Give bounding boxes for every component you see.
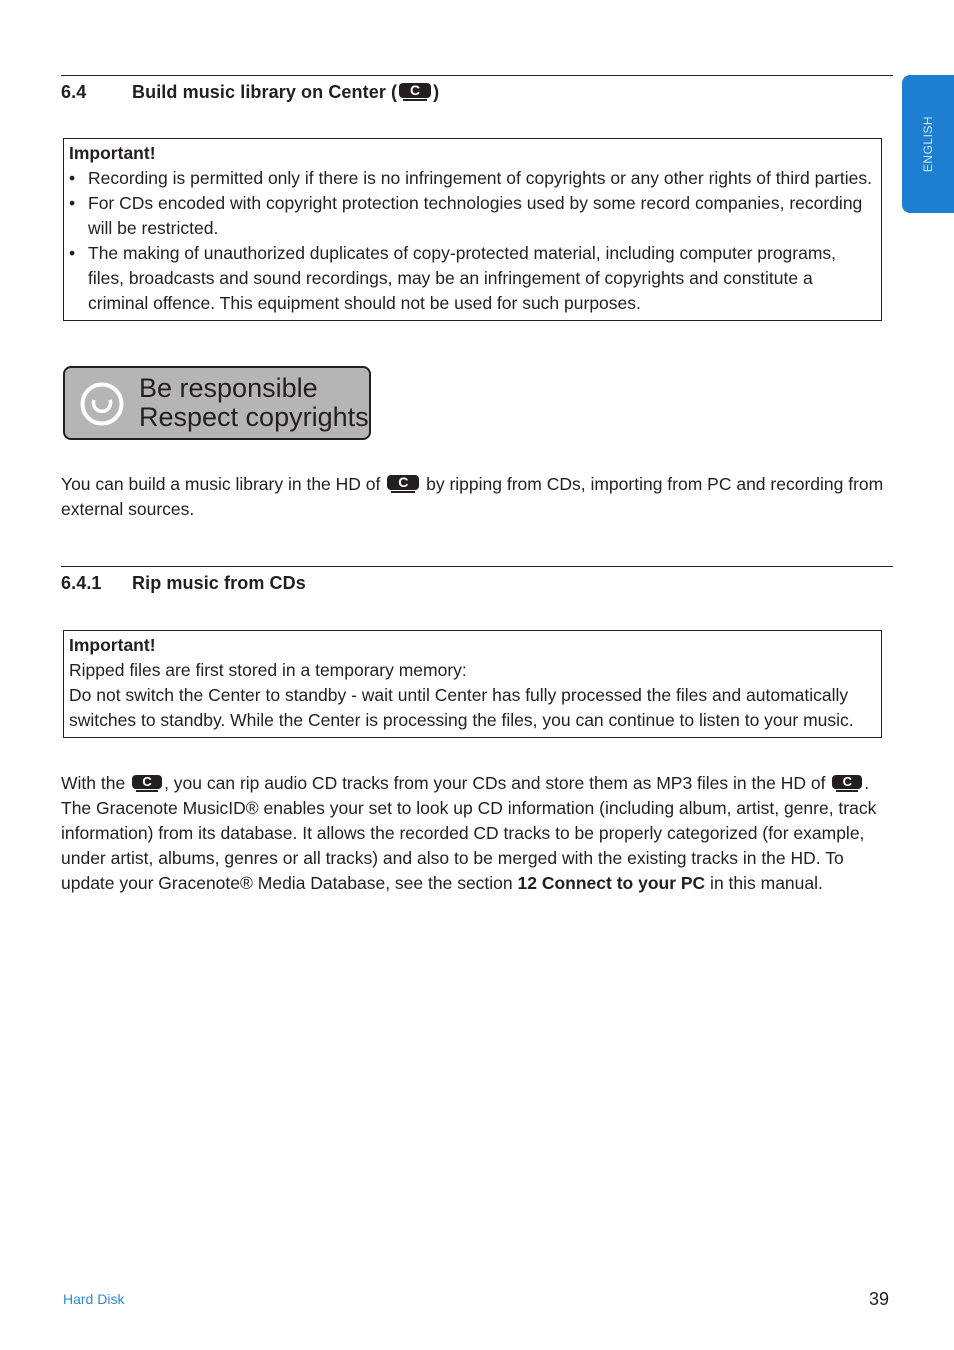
language-tab: ENGLISH (902, 75, 954, 213)
important-notice-copyright: Important! • Recording is permitted only … (63, 138, 882, 321)
section-title: Build music library on Center ( (132, 82, 398, 102)
section-heading-6-4: 6.4 Build music library on Center ( C ) (61, 82, 439, 103)
section-divider (61, 566, 893, 567)
section-title-close: ) (433, 82, 440, 102)
list-item: • Recording is permitted only if there is… (69, 166, 875, 191)
bullet-icon: • (69, 193, 76, 213)
badge-line-2: Respect copyrights (139, 402, 369, 432)
list-item: • The making of unauthorized duplicates o… (69, 243, 837, 313)
center-c-icon: C (832, 775, 863, 792)
section-number: 6.4.1 (61, 573, 102, 593)
important-text-line-1: Ripped files are first stored in a tempo… (69, 660, 467, 680)
section-number: 6.4 (61, 82, 87, 102)
center-c-icon: C (132, 775, 163, 792)
center-c-icon: C (399, 83, 432, 102)
page-number: 39 (869, 1289, 890, 1309)
footer-section-name: Hard Disk (63, 1291, 125, 1307)
bullet-icon: • (69, 168, 76, 188)
important-bullet-list: • Recording is permitted only if there is… (69, 166, 875, 316)
badge-line-1: Be responsible (139, 373, 318, 403)
section-reference-link: 12 Connect to your PC (517, 873, 706, 893)
important-title: Important! (69, 635, 156, 655)
respect-copyright-logo-icon (80, 382, 124, 426)
important-title: Important! (69, 143, 156, 163)
bullet-icon: • (69, 243, 76, 263)
list-item: • For CDs encoded with copyright protecti… (69, 193, 863, 238)
section-title: Rip music from CDs (132, 573, 306, 593)
important-text-line-2: Do not switch the Center to standby - wa… (69, 685, 854, 730)
important-notice-ripping: Important! Ripped files are first stored… (63, 630, 882, 738)
intro-paragraph: You can build a music library in the HD … (61, 474, 884, 519)
center-c-icon: C (387, 475, 420, 494)
language-tab-label: ENGLISH (921, 115, 935, 173)
section-divider (61, 75, 893, 76)
respect-copyrights-badge: Be responsible Respect copyrights (63, 366, 371, 440)
rip-paragraph: With the C, you can rip audio CD tracks … (61, 773, 877, 893)
section-heading-6-4-1: 6.4.1 Rip music from CDs (61, 573, 306, 594)
